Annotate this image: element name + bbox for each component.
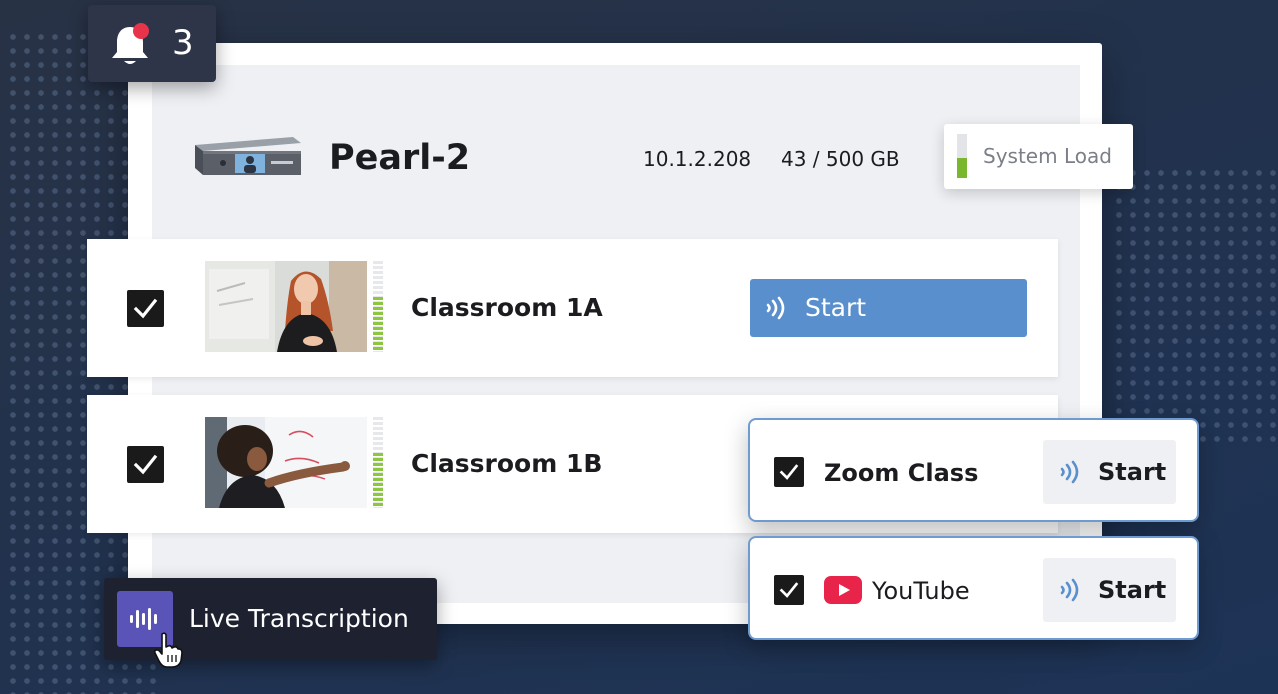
checkmark-icon: [779, 582, 799, 598]
audio-level-meter: [373, 297, 383, 352]
channel-thumbnail: [205, 417, 367, 508]
checkmark-icon: [133, 298, 158, 319]
destination-card-zoom-class: Zoom Class Start: [748, 418, 1199, 522]
start-button-label: Start: [805, 293, 867, 322]
checkmark-icon: [133, 454, 158, 475]
broadcast-icon: [766, 296, 785, 320]
channel-thumbnail: [205, 261, 367, 352]
destination-checkbox[interactable]: [774, 575, 804, 605]
bell-icon: [112, 23, 149, 64]
pearl-device-icon: [195, 137, 301, 175]
youtube-icon: [824, 576, 862, 604]
classroom-video-thumbnail: [205, 417, 367, 508]
live-transcription-label: Live Transcription: [189, 604, 409, 633]
background-dot-pattern: [1112, 166, 1278, 446]
device-storage: 43 / 500 GB: [781, 147, 900, 171]
destination-checkbox[interactable]: [774, 457, 804, 487]
start-button[interactable]: Start: [750, 279, 1027, 337]
audio-level-meter: [373, 453, 383, 508]
system-load-bar: [957, 134, 967, 178]
start-button-label: Start: [1098, 576, 1167, 604]
classroom-video-thumbnail: [205, 261, 367, 352]
start-button[interactable]: Start: [1043, 440, 1176, 504]
start-button[interactable]: Start: [1043, 558, 1176, 622]
checkmark-icon: [779, 464, 799, 480]
channel-name: Classroom 1B: [411, 449, 603, 478]
channel-checkbox[interactable]: [127, 290, 164, 327]
broadcast-icon: [1060, 578, 1079, 602]
channel-row: Classroom 1A Start: [87, 239, 1058, 377]
channel-checkbox[interactable]: [127, 446, 164, 483]
notifications-button[interactable]: 3: [88, 5, 216, 82]
device-name: Pearl-2: [329, 138, 471, 178]
system-load-fill: [957, 158, 967, 178]
device-ip-address: 10.1.2.208: [643, 147, 752, 171]
destination-card-youtube: YouTube Start: [748, 536, 1199, 640]
channel-name: Classroom 1A: [411, 293, 603, 322]
system-load-indicator: System Load: [944, 124, 1133, 189]
system-load-label: System Load: [983, 144, 1112, 168]
broadcast-icon: [1060, 460, 1079, 484]
audio-waveform-icon: [130, 608, 157, 630]
start-button-label: Start: [1098, 458, 1167, 486]
notification-count: 3: [172, 23, 194, 63]
destination-name: YouTube: [872, 577, 970, 605]
hand-cursor-icon: [153, 632, 183, 668]
destination-name: Zoom Class: [824, 459, 979, 487]
